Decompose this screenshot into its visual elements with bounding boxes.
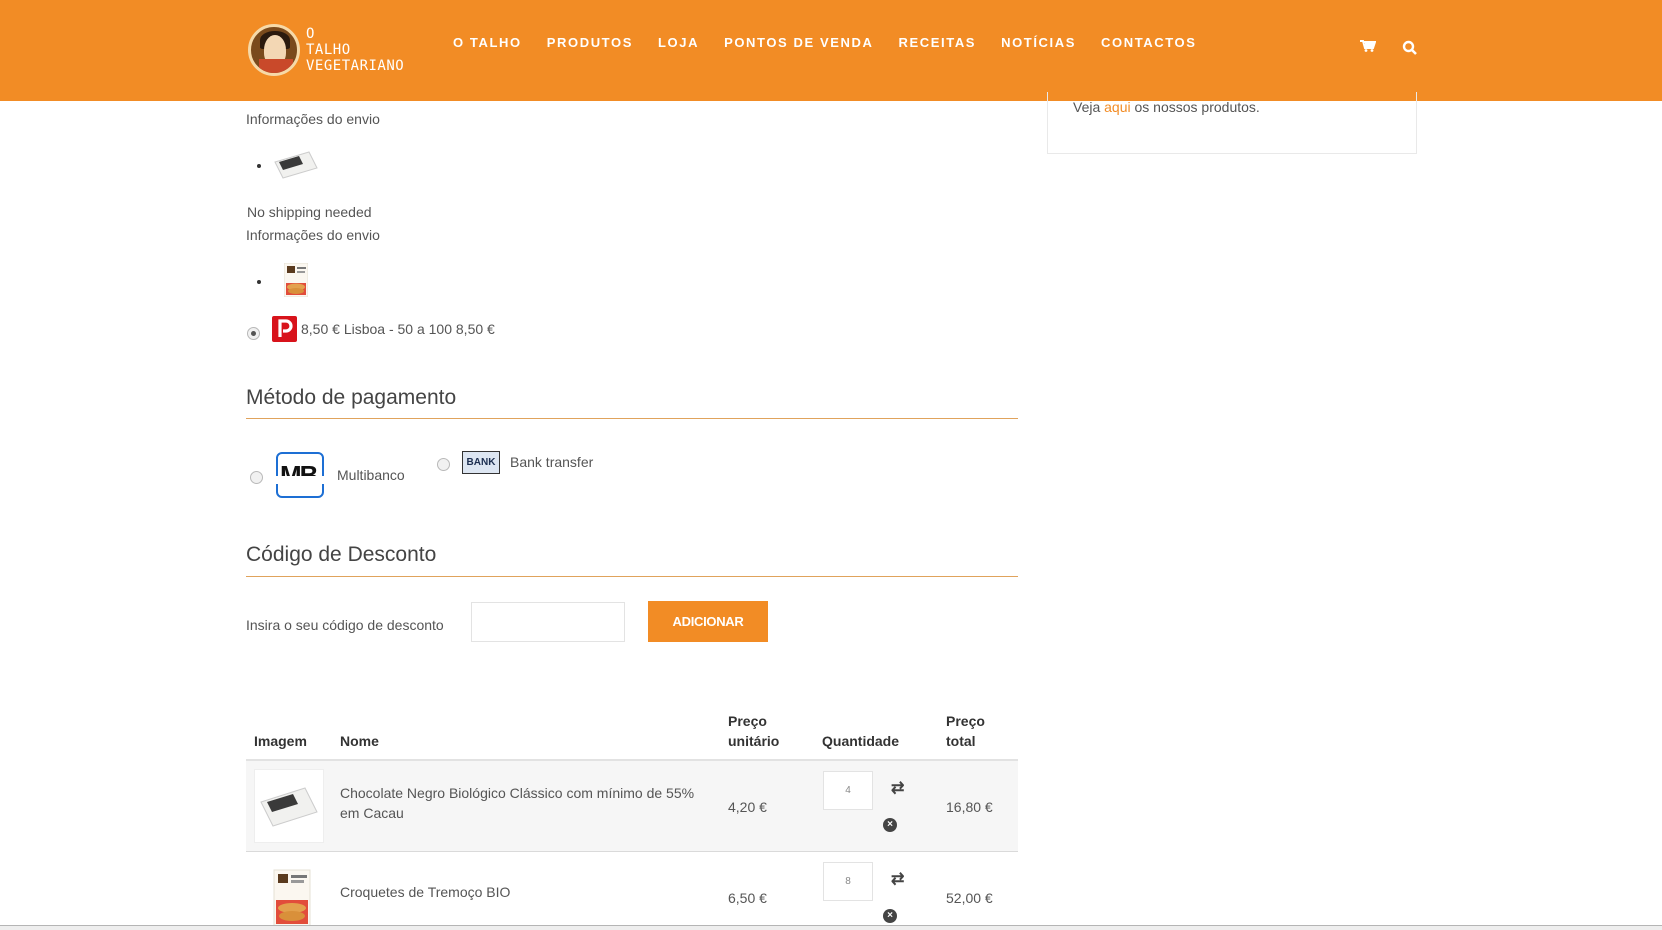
nav-item-contactos[interactable]: CONTACTOS (1101, 35, 1197, 50)
shipping-info-label: Informações do envio (246, 111, 380, 127)
shipping-option-radio[interactable] (247, 327, 260, 340)
column-header-name: Nome (340, 733, 379, 749)
nav-item-noticias[interactable]: NOTÍCIAS (1001, 35, 1076, 50)
total-price: 16,80 € (946, 799, 993, 815)
sidebar-text: Veja aqui os nossos produtos. (1073, 99, 1260, 115)
discount-section-title: Código de Desconto (246, 543, 437, 566)
main-nav: O TALHO PRODUTOS LOJA PONTOS DE VENDA RE… (453, 35, 1222, 50)
shipping-carrier-icon (272, 316, 297, 342)
remove-icon[interactable]: × (883, 818, 897, 832)
column-header-line: Preço (946, 713, 985, 729)
nav-item-o-talho[interactable]: O TALHO (453, 35, 522, 50)
discount-code-input[interactable] (471, 602, 625, 642)
list-bullet (257, 164, 261, 168)
quantity-input[interactable]: 8 (823, 862, 873, 901)
multibanco-logo-text: MB (280, 460, 318, 490)
add-discount-button[interactable]: ADICIONAR (648, 601, 768, 642)
column-header-line: total (946, 733, 976, 749)
column-header-line: Preço (728, 713, 767, 729)
product-name-line: em Cacau (340, 805, 404, 821)
column-header-quantity: Quantidade (822, 733, 900, 749)
product-image (254, 860, 324, 930)
discount-label: Insira o seu código de desconto (246, 617, 444, 633)
refresh-icon[interactable]: ⇄ (891, 778, 904, 798)
sidebar-box: Veja aqui os nossos produtos. (1047, 92, 1417, 154)
table-row: Croquetes de Tremoço BIO 6,50 € 8 ⇄ × 52… (246, 851, 1018, 930)
remove-icon[interactable]: × (883, 909, 897, 923)
unit-price: 6,50 € (728, 890, 767, 906)
product-thumbnail-croquetes (284, 263, 308, 297)
product-thumbnail-chocolate (274, 151, 318, 179)
list-bullet (257, 280, 261, 284)
column-header-line: unitário (728, 733, 780, 749)
taskbar (0, 925, 1662, 930)
site-logo[interactable]: O TALHO VEGETARIANO (248, 24, 404, 76)
multibanco-logo-icon: MB (276, 452, 324, 498)
payment-section-title: Método de pagamento (246, 386, 457, 409)
shipping-info-label: Informações do envio (246, 227, 380, 243)
payment-label-multibanco[interactable]: Multibanco (337, 467, 405, 483)
column-header-total: Preço total (946, 711, 985, 751)
logo-line: VEGETARIANO (306, 58, 405, 74)
logo-text: O TALHO VEGETARIANO (306, 26, 404, 74)
product-image (254, 769, 324, 843)
cart-icon[interactable] (1360, 40, 1376, 52)
product-image-croquetes (273, 869, 311, 927)
logo-line: TALHO (306, 42, 351, 58)
shipping-option-label: 8,50 € Lisboa - 50 a 100 8,50 € (301, 321, 495, 337)
quantity-input[interactable]: 4 (823, 771, 873, 810)
logo-emblem-icon (248, 24, 300, 76)
payment-radio-multibanco[interactable] (250, 471, 263, 484)
site-header: O TALHO VEGETARIANO O TALHO PRODUTOS LOJ… (0, 0, 1662, 101)
nav-item-produtos[interactable]: PRODUTOS (547, 35, 633, 50)
bank-logo-icon: BANK (462, 451, 500, 474)
section-divider (246, 576, 1018, 577)
nav-item-loja[interactable]: LOJA (658, 35, 699, 50)
refresh-icon[interactable]: ⇄ (891, 869, 904, 889)
nav-item-receitas[interactable]: RECEITAS (899, 35, 977, 50)
sidebar-products-link[interactable]: aqui (1104, 99, 1130, 115)
product-name[interactable]: Croquetes de Tremoço BIO (340, 884, 510, 900)
logo-line: O (306, 26, 315, 42)
product-name-line: Chocolate Negro Biológico Clássico com m… (340, 785, 695, 801)
payment-radio-bank-transfer[interactable] (437, 458, 450, 471)
nav-item-pontos-de-venda[interactable]: PONTOS DE VENDA (724, 35, 873, 50)
section-divider (246, 418, 1018, 419)
unit-price: 4,20 € (728, 799, 767, 815)
sidebar-text-prefix: Veja (1073, 99, 1105, 115)
column-header-image: Imagem (254, 733, 307, 749)
payment-label-bank-transfer[interactable]: Bank transfer (510, 454, 593, 470)
column-header-unit-price: Preço unitário (728, 711, 779, 751)
search-icon[interactable] (1402, 40, 1418, 56)
product-name[interactable]: Chocolate Negro Biológico Clássico com m… (340, 783, 694, 823)
total-price: 52,00 € (946, 890, 993, 906)
sidebar-text-suffix: os nossos produtos. (1130, 99, 1260, 115)
no-shipping-text: No shipping needed (247, 204, 372, 220)
table-row: Chocolate Negro Biológico Clássico com m… (246, 759, 1018, 851)
product-image-chocolate (260, 787, 318, 827)
